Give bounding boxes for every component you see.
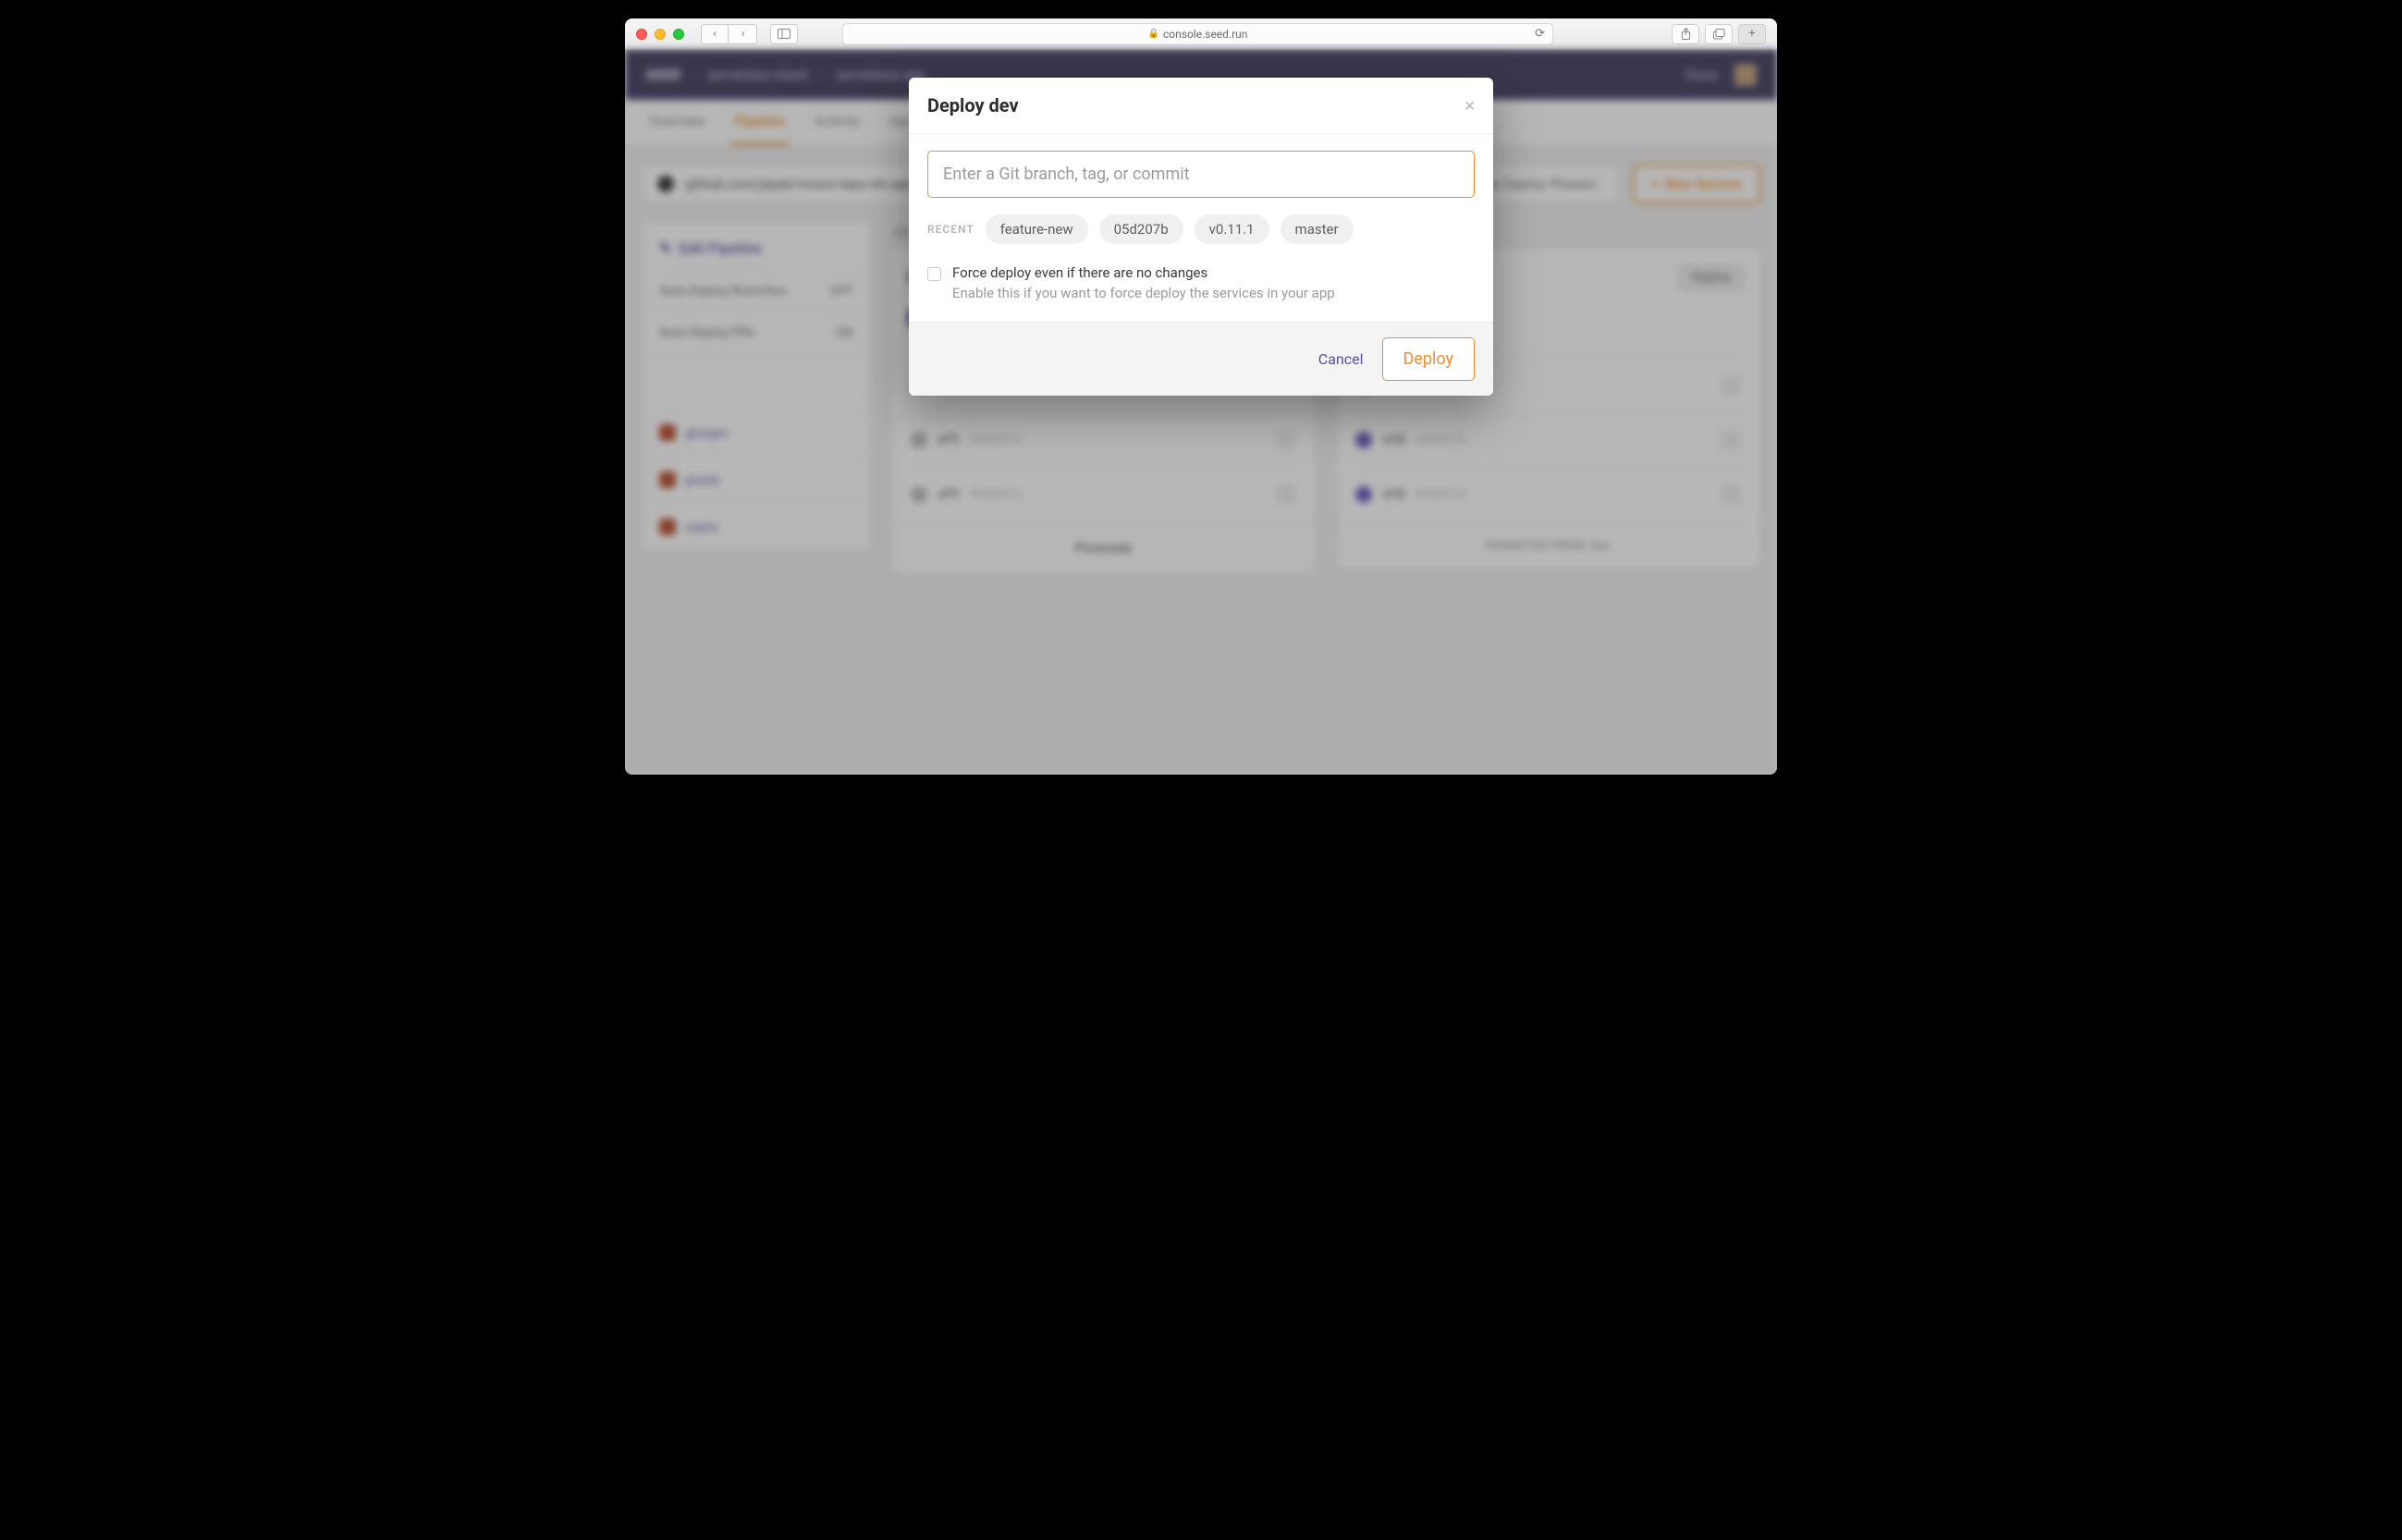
- recent-chip[interactable]: v0.11.1: [1195, 214, 1269, 244]
- close-window-icon[interactable]: [636, 29, 647, 40]
- browser-window: ‹ › 🔒 console.seed.run ⟳ + SEED ›: [625, 18, 1777, 775]
- browser-titlebar: ‹ › 🔒 console.seed.run ⟳ +: [625, 18, 1777, 50]
- url-text: console.seed.run: [1163, 28, 1247, 41]
- deploy-button[interactable]: Deploy: [1382, 337, 1476, 381]
- cancel-button[interactable]: Cancel: [1318, 350, 1364, 368]
- maximize-window-icon[interactable]: [673, 29, 684, 40]
- recent-label: RECENT: [927, 223, 974, 236]
- forward-button[interactable]: ›: [729, 24, 757, 44]
- minimize-window-icon[interactable]: [655, 29, 666, 40]
- lock-icon: 🔒: [1148, 29, 1159, 39]
- sidebar-toggle-button[interactable]: [770, 24, 798, 44]
- new-tab-button[interactable]: +: [1738, 24, 1766, 44]
- recent-chip[interactable]: 05d207b: [1099, 214, 1183, 244]
- share-button[interactable]: [1672, 24, 1699, 44]
- deploy-modal: Deploy dev × RECENT feature-new 05d207b …: [909, 78, 1493, 396]
- close-icon[interactable]: ×: [1464, 96, 1475, 115]
- back-button[interactable]: ‹: [701, 24, 729, 44]
- git-ref-input[interactable]: [927, 151, 1475, 198]
- modal-overlay: Deploy dev × RECENT feature-new 05d207b …: [625, 50, 1777, 775]
- address-bar[interactable]: 🔒 console.seed.run ⟳: [842, 23, 1553, 45]
- recent-chip[interactable]: feature-new: [986, 214, 1088, 244]
- force-deploy-checkbox[interactable]: [927, 267, 941, 281]
- force-deploy-sublabel: Enable this if you want to force deploy …: [952, 285, 1335, 301]
- traffic-lights: [636, 29, 684, 40]
- nav-buttons: ‹ ›: [701, 24, 757, 44]
- recent-chip[interactable]: master: [1281, 214, 1354, 244]
- tabs-button[interactable]: [1705, 24, 1733, 44]
- force-deploy-label: Force deploy even if there are no change…: [952, 264, 1335, 281]
- modal-title: Deploy dev: [927, 94, 1019, 116]
- reload-icon[interactable]: ⟳: [1535, 27, 1545, 41]
